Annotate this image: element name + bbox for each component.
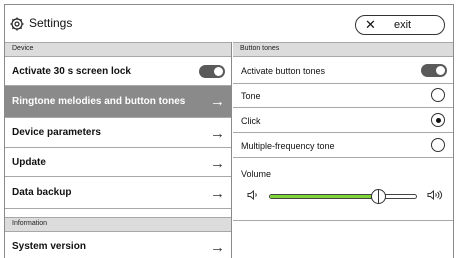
multi-frequency-radio[interactable] <box>431 138 445 152</box>
menu-item-update[interactable]: Update → <box>5 148 231 177</box>
menu-item-label: Device parameters <box>12 127 101 138</box>
button-tones-panel: Button tones Activate button tones Tone … <box>233 42 453 258</box>
volume-slider[interactable] <box>269 194 417 199</box>
click-option-row[interactable]: Click <box>233 108 453 133</box>
menu-item-ringtones[interactable]: Ringtone melodies and button tones → <box>5 86 231 118</box>
arrow-right-icon: → <box>210 155 225 172</box>
menu-item-data-backup[interactable]: Data backup → <box>5 177 231 209</box>
menu-item-label: System version <box>12 241 86 252</box>
section-header-button-tones: Button tones <box>233 42 453 57</box>
option-label: Multiple-frequency tone <box>241 141 335 151</box>
toggle-knob <box>436 66 445 75</box>
option-label: Tone <box>241 91 261 101</box>
gear-icon <box>10 17 24 31</box>
section-header-information: Information <box>5 217 231 232</box>
menu-item-system-version[interactable]: System version → <box>5 232 231 258</box>
tone-radio[interactable] <box>431 88 445 102</box>
settings-menu: Device Activate 30 s screen lock Rington… <box>5 42 232 258</box>
header-bar: Settings ✕ exit <box>5 5 453 41</box>
button-tones-toggle[interactable] <box>421 64 447 77</box>
menu-item-label: Data backup <box>12 187 72 198</box>
exit-label: exit <box>394 19 412 31</box>
section-label: Information <box>12 220 48 227</box>
close-icon: ✕ <box>365 17 376 32</box>
click-radio[interactable] <box>431 113 445 127</box>
volume-high-icon <box>427 189 443 202</box>
section-label: Button tones <box>240 45 280 52</box>
option-label: Click <box>241 116 261 126</box>
volume-slider-fill <box>270 195 379 198</box>
menu-item-label: Update <box>12 157 46 168</box>
arrow-right-icon: → <box>210 185 225 202</box>
section-label: Device <box>12 45 34 52</box>
menu-item-label: Ringtone melodies and button tones <box>12 96 186 107</box>
divider <box>233 220 453 221</box>
arrow-right-icon: → <box>210 239 225 256</box>
toggle-knob <box>214 67 223 76</box>
exit-button[interactable]: ✕ exit <box>355 15 445 35</box>
tone-option-row[interactable]: Tone <box>233 84 453 108</box>
section-header-device: Device <box>5 42 231 57</box>
page-title: Settings <box>29 16 73 30</box>
volume-low-icon <box>247 189 259 202</box>
arrow-right-icon: → <box>210 125 225 142</box>
activate-button-tones-row[interactable]: Activate button tones <box>233 57 453 84</box>
activate-button-tones-label: Activate button tones <box>241 66 326 76</box>
volume-slider-thumb[interactable] <box>371 189 387 204</box>
radio-selected-dot <box>436 118 441 123</box>
screen-lock-toggle[interactable] <box>199 65 225 78</box>
menu-item-device-parameters[interactable]: Device parameters → <box>5 118 231 148</box>
menu-item-label: Activate 30 s screen lock <box>12 66 131 77</box>
arrow-right-icon: → <box>210 93 225 110</box>
volume-label: Volume <box>241 169 272 179</box>
multi-frequency-option-row[interactable]: Multiple-frequency tone <box>233 133 453 158</box>
menu-item-screen-lock[interactable]: Activate 30 s screen lock <box>5 57 231 86</box>
settings-window: Settings ✕ exit Device Activate 30 s scr… <box>4 4 454 258</box>
